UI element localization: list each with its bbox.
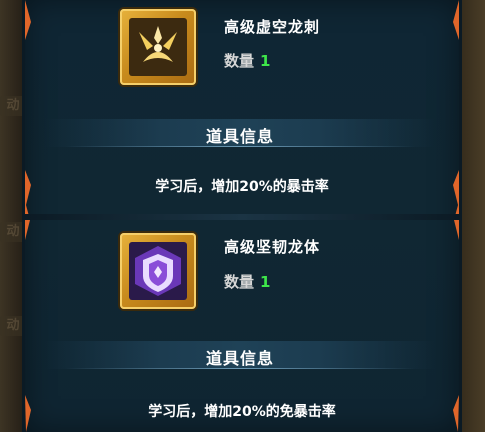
item-icon-frame[interactable]	[120, 233, 196, 309]
void-dragon-claw-icon	[139, 26, 177, 62]
item-divider	[25, 214, 459, 220]
quantity-value: 1	[260, 273, 271, 291]
section-header: 道具信息	[45, 119, 435, 147]
quantity-label: 数量	[224, 52, 255, 70]
section-header: 道具信息	[45, 341, 435, 369]
shield-icon	[135, 246, 181, 296]
item-quantity: 数量 1	[224, 271, 270, 292]
item-info-panel[interactable]: 高级虚空龙刺 数量 1 道具信息 学习后，增加20%的暴击率 高级坚韧龙体 数量 1…	[22, 0, 462, 432]
item-icon-frame[interactable]	[120, 9, 196, 85]
item-name: 高级虚空龙刺	[224, 18, 321, 36]
quantity-label: 数量	[224, 273, 255, 291]
quantity-value: 1	[260, 52, 271, 70]
item-name: 高级坚韧龙体	[224, 238, 321, 256]
section-underline	[65, 146, 415, 147]
item-description: 学习后，增加20%的免暴击率	[148, 404, 336, 420]
section-underline	[65, 368, 415, 369]
section-title: 道具信息	[205, 127, 274, 146]
item-quantity: 数量 1	[224, 50, 270, 71]
section-title: 道具信息	[205, 349, 274, 368]
item-description: 学习后，增加20%的暴击率	[155, 179, 329, 195]
